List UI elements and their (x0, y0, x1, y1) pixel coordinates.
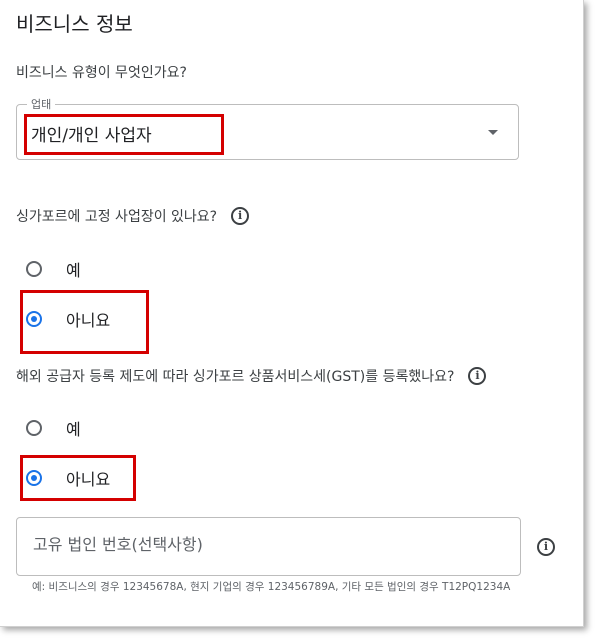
fixed-location-option-yes[interactable]: 예 (26, 257, 81, 281)
section-title: 비즈니스 정보 (16, 12, 133, 36)
uen-field[interactable] (16, 517, 521, 576)
highlight-box (20, 455, 136, 501)
highlight-box (24, 114, 224, 155)
uen-helper-text: 예: 비즈니스의 경우 12345678A, 현지 기업의 경우 1234567… (32, 581, 511, 593)
business-info-card: 비즈니스 정보 비즈니스 유형이 무엇인가요? 업태 개인/개인 사업자 싱가포… (0, 0, 584, 627)
uen-input[interactable] (31, 534, 505, 555)
info-icon[interactable]: i (231, 207, 250, 225)
info-icon[interactable]: i (468, 367, 487, 385)
gst-option-yes[interactable]: 예 (26, 416, 81, 440)
radio-yes[interactable] (26, 420, 42, 436)
info-icon[interactable]: i (537, 538, 555, 556)
fixed-location-question: 싱가포르에 고정 사업장이 있나요? i (16, 206, 250, 226)
chevron-down-icon[interactable] (488, 130, 498, 135)
business-type-question: 비즈니스 유형이 무엇인가요? (16, 65, 187, 81)
radio-yes[interactable] (26, 261, 42, 277)
gst-question: 해외 공급자 등록 제도에 따라 싱가포르 상품서비스세(GST)를 등록했나요… (16, 366, 487, 386)
business-type-label: 업태 (27, 96, 56, 112)
highlight-box (20, 290, 149, 354)
